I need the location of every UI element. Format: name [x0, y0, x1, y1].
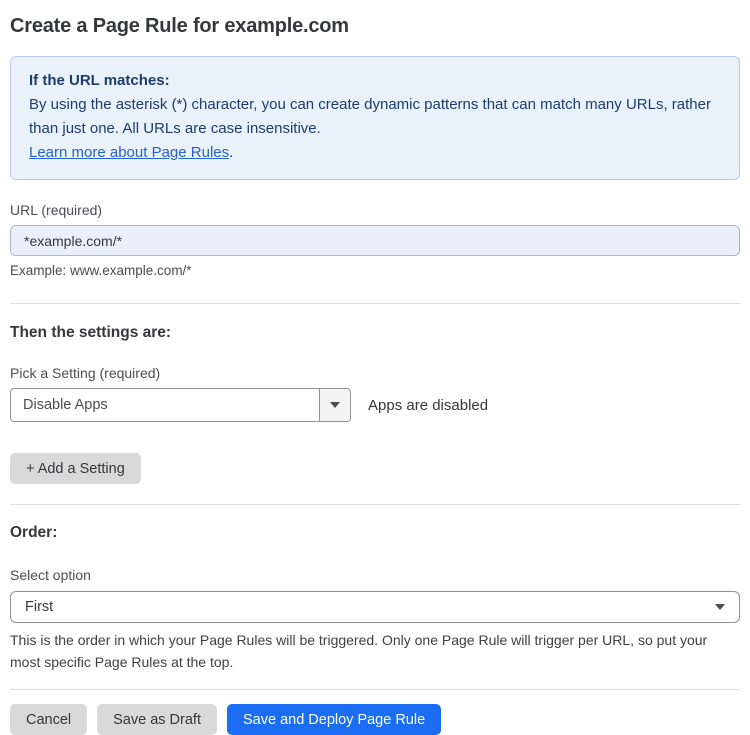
info-box-body: By using the asterisk (*) character, you… — [29, 96, 711, 137]
order-select[interactable]: First — [10, 591, 740, 623]
order-select-value: First — [25, 599, 54, 615]
chevron-down-icon — [330, 402, 340, 408]
url-field-label: URL (required) — [10, 202, 103, 218]
info-box-link-line: Learn more about Page Rules. — [29, 141, 721, 165]
setting-row: Disable Apps Apps are disabled — [10, 388, 740, 422]
select-option-label: Select option — [10, 567, 91, 583]
setting-status-text: Apps are disabled — [368, 396, 489, 414]
add-setting-button[interactable]: + Add a Setting — [10, 453, 141, 484]
cancel-button[interactable]: Cancel — [10, 704, 88, 735]
order-helper-text: This is the order in which your Page Rul… — [10, 632, 708, 670]
learn-more-link[interactable]: Learn more about Page Rules — [29, 144, 229, 161]
link-period: . — [229, 144, 234, 161]
page-title: Create a Page Rule for example.com — [10, 15, 349, 37]
order-section-heading: Order: — [10, 524, 58, 541]
setting-dropdown-value: Disable Apps — [23, 397, 108, 413]
setting-dropdown[interactable]: Disable Apps — [10, 388, 351, 422]
chevron-down-icon — [715, 604, 725, 610]
pick-setting-label: Pick a Setting (required) — [10, 365, 161, 381]
order-divider — [10, 504, 740, 505]
setting-dropdown-caret-button[interactable] — [319, 389, 350, 421]
actions-divider — [10, 689, 740, 690]
url-match-info-box: If the URL matches: By using the asteris… — [10, 56, 740, 180]
url-example-helper: Example: www.example.com/* — [10, 263, 192, 278]
settings-divider — [10, 303, 740, 304]
info-box-heading: If the URL matches: — [29, 72, 170, 89]
action-button-row: Cancel Save as Draft Save and Deploy Pag… — [10, 704, 740, 735]
save-and-deploy-button[interactable]: Save and Deploy Page Rule — [226, 704, 442, 735]
settings-section-heading: Then the settings are: — [10, 324, 172, 341]
save-as-draft-button[interactable]: Save as Draft — [97, 704, 217, 735]
url-input[interactable] — [10, 225, 740, 256]
